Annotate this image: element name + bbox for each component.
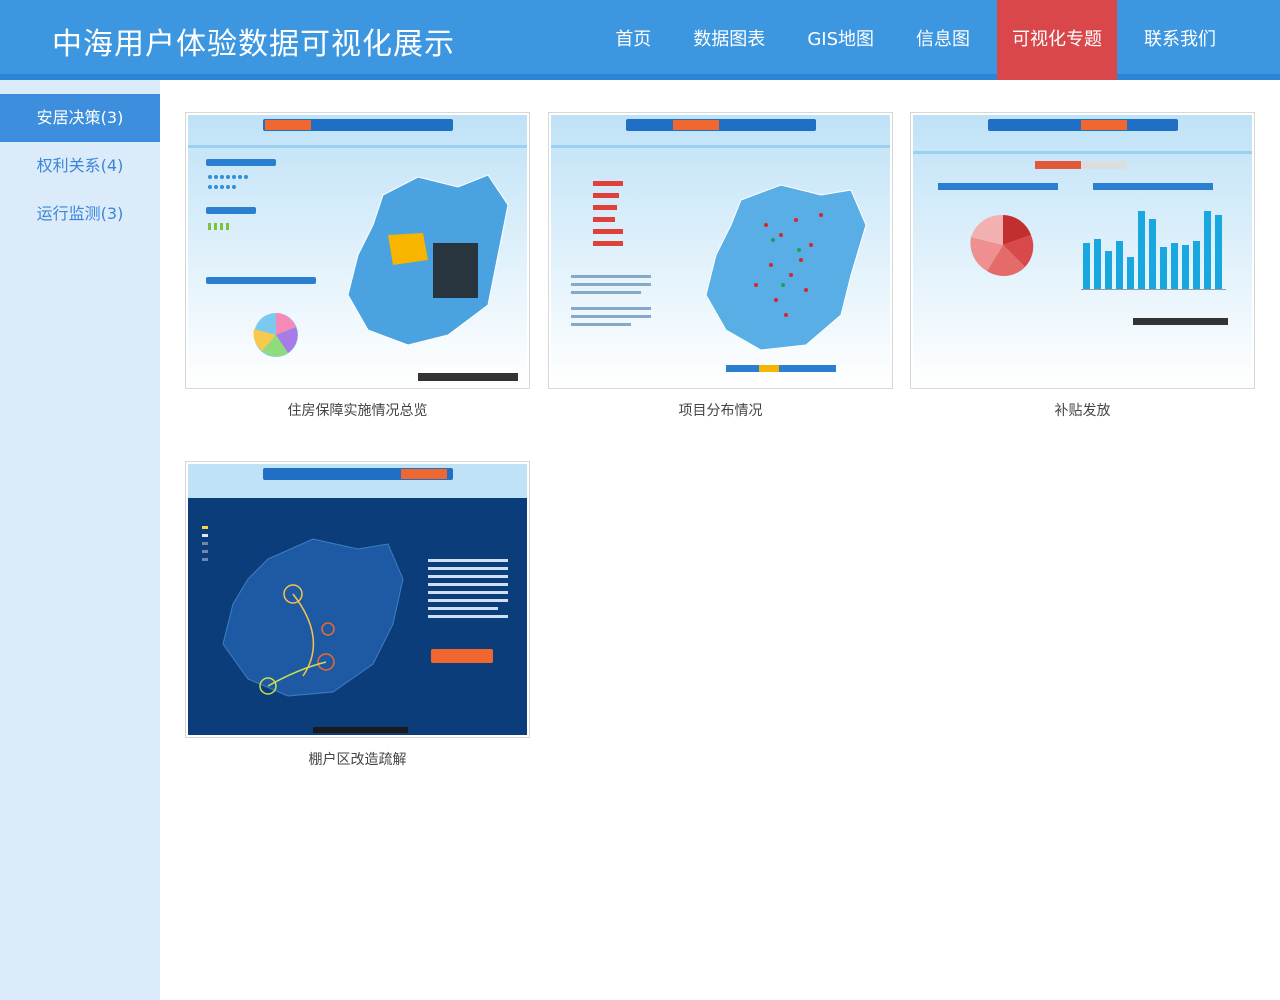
nav-infographic[interactable]: 信息图 [895, 0, 991, 80]
nav-gis-map[interactable]: GIS地图 [786, 0, 895, 80]
sidebar-item-housing-decision[interactable]: 安居决策(3) [0, 94, 160, 142]
site-title: 中海用户体验数据可视化展示 [52, 27, 455, 62]
topic-card-subsidy[interactable]: 补贴发放 [910, 112, 1255, 420]
card-caption: 住房保障实施情况总览 [287, 403, 428, 419]
sidebar-item-operation-monitoring[interactable]: 运行监测(3) [0, 190, 160, 238]
nav-visual-topics[interactable]: 可视化专题 [997, 0, 1117, 80]
thumbnail[interactable] [185, 461, 530, 738]
top-header: 中海用户体验数据可视化展示 首页 数据图表 GIS地图 信息图 可视化专题 联系… [0, 0, 1280, 80]
card-caption: 补贴发放 [1054, 403, 1111, 419]
nav-contact[interactable]: 联系我们 [1123, 0, 1237, 80]
topic-card-housing-overview[interactable]: 住房保障实施情况总览 [185, 112, 530, 420]
thumbnail[interactable] [910, 112, 1255, 389]
card-caption: 项目分布情况 [678, 403, 763, 419]
thumbnail-image [551, 115, 890, 386]
topic-card-shantytown-renovation[interactable]: 棚户区改造疏解 [185, 461, 530, 769]
main-nav: 首页 数据图表 GIS地图 信息图 可视化专题 联系我们 [594, 0, 1237, 80]
card-caption: 棚户区改造疏解 [308, 752, 407, 768]
nav-home[interactable]: 首页 [594, 0, 672, 80]
nav-data-charts[interactable]: 数据图表 [672, 0, 786, 80]
sidebar: 安居决策(3) 权利关系(4) 运行监测(3) [0, 80, 160, 1000]
thumbnail-image [188, 115, 527, 386]
content-area: 住房保障实施情况总览 项目分布情况 补贴发放 棚户区改造疏解 [160, 80, 1280, 1000]
sidebar-item-rights-relations[interactable]: 权利关系(4) [0, 142, 160, 190]
thumbnail-image [913, 115, 1252, 386]
thumbnail[interactable] [548, 112, 893, 389]
topic-card-project-distribution[interactable]: 项目分布情况 [548, 112, 893, 420]
thumbnail-image [188, 464, 527, 735]
thumbnail[interactable] [185, 112, 530, 389]
